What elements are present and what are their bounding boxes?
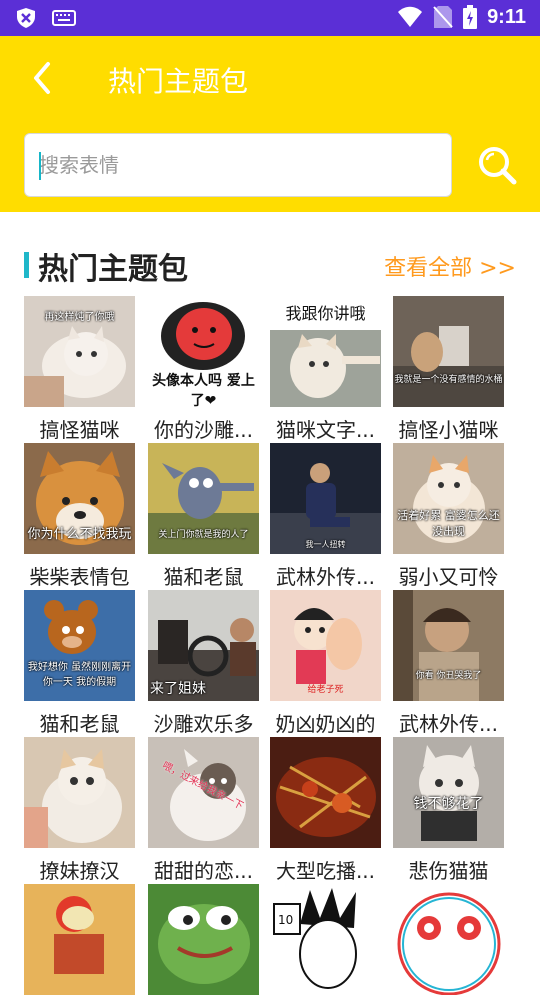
- theme-pack-item[interactable]: 我跟你讲哦 猫咪文字...: [270, 296, 381, 442]
- theme-pack-item[interactable]: 我一人扭转 武林外传...: [270, 443, 381, 589]
- back-arrow-icon[interactable]: [28, 58, 58, 98]
- theme-pack-item[interactable]: 撩妹撩汉: [24, 737, 135, 883]
- theme-pack-item[interactable]: 关上门你就是我的人了 猫和老鼠: [148, 443, 259, 589]
- thumbnail-image: 再这样炖了你哦: [24, 296, 135, 407]
- no-sim-icon: [433, 6, 453, 28]
- theme-pack-item[interactable]: 钱不够花了 悲伤猫猫: [393, 737, 504, 883]
- theme-pack-item[interactable]: [24, 884, 135, 995]
- item-label: 弱小又可怜: [398, 565, 499, 589]
- text-cursor: [39, 152, 41, 180]
- item-label: 奶凶奶凶的: [275, 712, 376, 736]
- thumbnail-image: 关上门你就是我的人了: [148, 443, 259, 554]
- thumbnail-caption: 我就是一个没有感情的水桶: [394, 375, 503, 385]
- theme-pack-item[interactable]: 我好想你 虽然刚刚离开你一天 我的假期 猫和老鼠: [24, 590, 135, 736]
- thumbnail-image: 活着好累 富婆怎么还没出现: [393, 443, 504, 554]
- search-input[interactable]: [25, 134, 451, 196]
- thumbnail-caption: 给老子死: [307, 685, 344, 695]
- app-header: 热门主题包: [0, 36, 540, 212]
- search-box[interactable]: [24, 133, 452, 197]
- thumbnail-caption: 钱不够花了: [413, 796, 484, 812]
- item-label: 武林外传...: [398, 712, 499, 736]
- clock: 9:11: [487, 5, 526, 28]
- section-accent-bar: [24, 252, 29, 278]
- theme-pack-item[interactable]: [148, 884, 259, 995]
- item-label: 撩妹撩汉: [39, 859, 120, 883]
- thumbnail-image: 钱不够花了: [393, 737, 504, 848]
- thumbnail-caption: 我跟你讲哦: [285, 304, 366, 323]
- item-label: 武林外传...: [275, 565, 376, 589]
- theme-pack-item[interactable]: 活着好累 富婆怎么还没出现 弱小又可怜: [393, 443, 504, 589]
- thumbnail-caption: 再这样炖了你哦: [44, 312, 115, 323]
- thumbnail-image: 我好想你 虽然刚刚离开你一天 我的假期: [24, 590, 135, 701]
- shield-icon: [17, 8, 35, 28]
- item-label: 搞怪小猫咪: [398, 418, 499, 442]
- thumbnail-image: 你为什么不找我玩: [24, 443, 135, 554]
- status-bar: 9:11: [0, 0, 540, 36]
- thumbnail-image: [148, 884, 259, 995]
- thumbnail-caption: 活着好累 富婆怎么还没出现: [397, 509, 500, 538]
- theme-pack-item[interactable]: 我就是一个没有感情的水桶 搞怪小猫咪: [393, 296, 504, 442]
- thumbnail-image: 10: [270, 884, 381, 995]
- thumbnail-image: 我一人扭转: [270, 443, 381, 554]
- item-label: 猫和老鼠: [163, 565, 244, 589]
- theme-pack-item[interactable]: 你为什么不找我玩 柴柴表情包: [24, 443, 135, 589]
- thumbnail-image: [270, 737, 381, 848]
- item-label: 搞怪猫咪: [39, 418, 120, 442]
- battery-icon: [463, 5, 478, 29]
- thumbnail-image: 给老子死: [270, 590, 381, 701]
- thumbnail-image: 你看 你丑哭我了: [393, 590, 504, 701]
- theme-pack-item[interactable]: 喂，过来给我亲一下 甜甜的恋...: [148, 737, 259, 883]
- thumbnail-caption: 来了姐妹: [150, 681, 206, 697]
- page-title: 热门主题包: [108, 65, 249, 98]
- theme-pack-item[interactable]: 头像本人吗 爱上了❤ 你的沙雕...: [148, 296, 259, 442]
- thumbnail-caption: 头像本人吗 爱上了❤: [152, 373, 255, 407]
- thumbnail-image: 头像本人吗 爱上了❤: [148, 296, 259, 407]
- theme-pack-item[interactable]: 给老子死 奶凶奶凶的: [270, 590, 381, 736]
- thumbnail-caption: 你看 你丑哭我了: [415, 671, 482, 681]
- thumbnail-caption: 我好想你 虽然刚刚离开你一天 我的假期: [27, 662, 132, 688]
- theme-pack-item[interactable]: 你看 你丑哭我了 武林外传...: [393, 590, 504, 736]
- section-header: 热门主题包 查看全部 >>: [0, 242, 540, 287]
- section-title: 热门主题包: [38, 252, 188, 287]
- thumbnail-image: [24, 737, 135, 848]
- thumbnail-image: [393, 884, 504, 995]
- thumbnail-image: 来了姐妹: [148, 590, 259, 701]
- thumbnail-caption: 关上门你就是我的人了: [158, 530, 249, 540]
- thumbnail-image: 我就是一个没有感情的水桶: [393, 296, 504, 407]
- thumbnail-caption: 你为什么不找我玩: [27, 527, 132, 542]
- item-label: 沙雕欢乐多: [153, 712, 254, 736]
- thumbnail-caption: 我一人扭转: [305, 540, 346, 549]
- wifi-icon: [398, 6, 423, 27]
- theme-pack-item[interactable]: 来了姐妹 沙雕欢乐多: [148, 590, 259, 736]
- item-label: 猫咪文字...: [275, 418, 376, 442]
- see-all-link[interactable]: 查看全部 >>: [384, 250, 516, 282]
- thumbnail-image: 喂，过来给我亲一下: [148, 737, 259, 848]
- theme-pack-item[interactable]: 大型吃播...: [270, 737, 381, 883]
- item-label: 甜甜的恋...: [153, 859, 254, 883]
- search-icon[interactable]: [476, 144, 518, 186]
- item-label: 你的沙雕...: [153, 418, 254, 442]
- thumbnail-image: [24, 884, 135, 995]
- keyboard-icon: [52, 10, 76, 26]
- item-label: 猫和老鼠: [39, 712, 120, 736]
- theme-pack-item[interactable]: 再这样炖了你哦 搞怪猫咪: [24, 296, 135, 442]
- theme-pack-item[interactable]: [393, 884, 504, 995]
- item-label: 柴柴表情包: [29, 565, 130, 589]
- item-label: 悲伤猫猫: [408, 859, 489, 883]
- thumbnail-image: 我跟你讲哦: [270, 296, 381, 407]
- theme-pack-item[interactable]: 10: [270, 884, 381, 995]
- item-label: 大型吃播...: [275, 859, 376, 883]
- svg-text:10: 10: [278, 913, 293, 927]
